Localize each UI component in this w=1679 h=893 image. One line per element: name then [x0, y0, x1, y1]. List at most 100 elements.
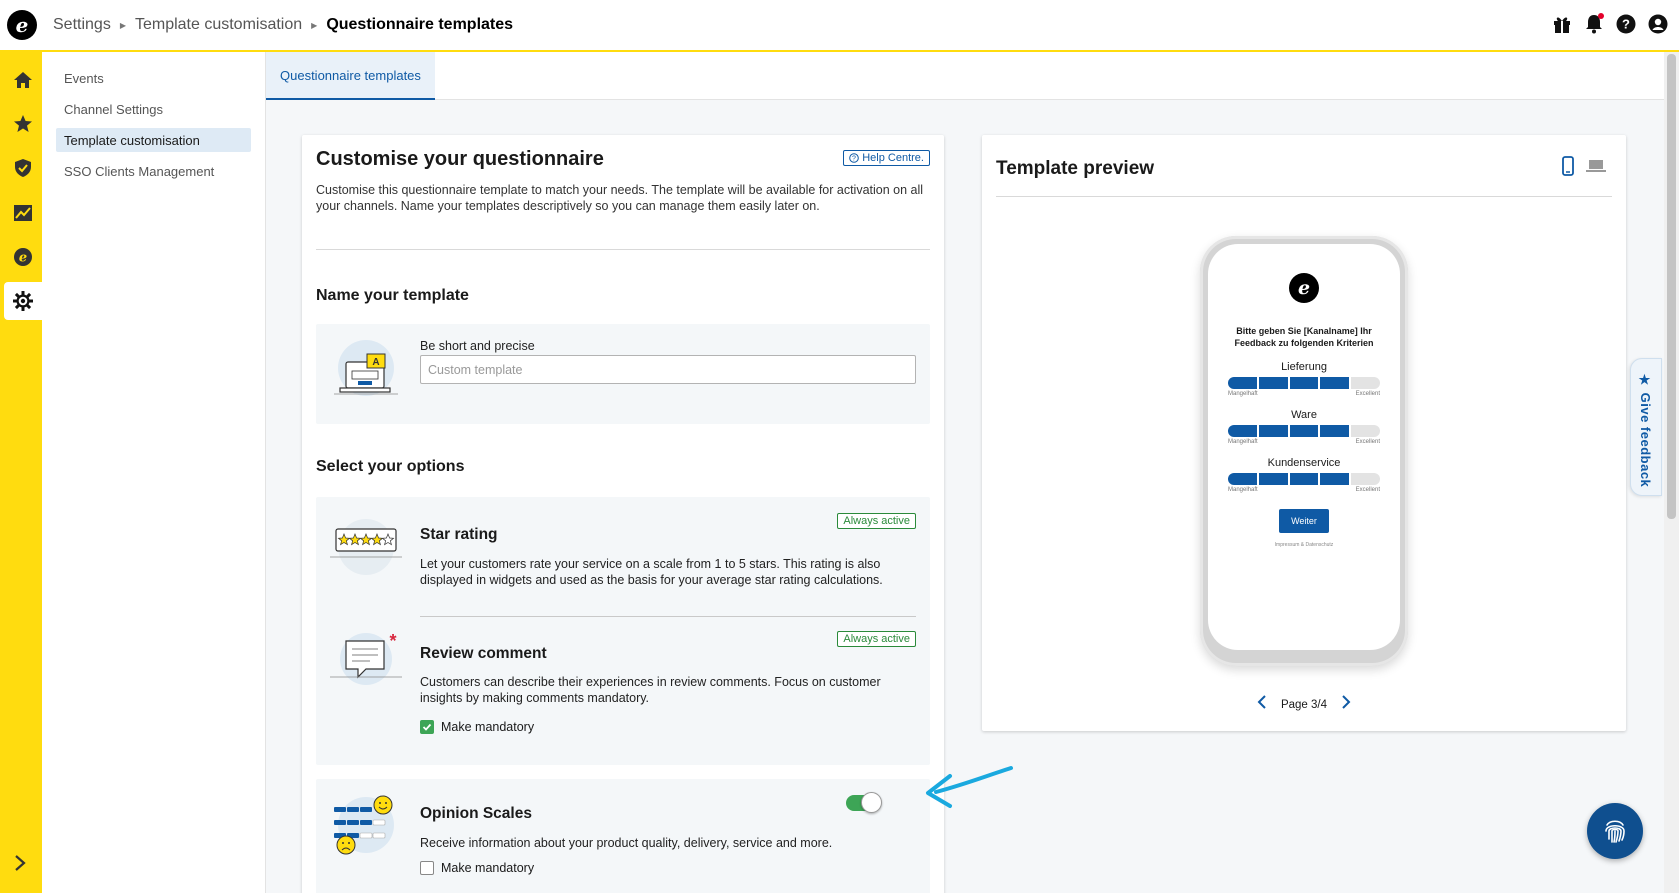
svg-text:A: A — [372, 357, 379, 368]
account-icon[interactable] — [1647, 13, 1669, 35]
criterion-scale[interactable] — [1228, 425, 1380, 437]
star-icon[interactable] — [4, 105, 42, 143]
customise-card: Customise your questionnaire ? Help Cent… — [302, 135, 944, 893]
template-name-label: Be short and precise — [420, 339, 535, 353]
mobile-device-icon[interactable] — [1562, 156, 1574, 181]
scale-ends: Mangelhaft Excellent — [1228, 391, 1380, 397]
phone-next-button[interactable]: Weiter — [1279, 509, 1329, 533]
scale-low-label: Mangelhaft — [1228, 391, 1258, 397]
scale-segment[interactable] — [1289, 473, 1319, 485]
breadcrumb-template-customisation[interactable]: Template customisation — [135, 16, 302, 34]
phone-heading: Bitte geben Sie [Kanalname] Ihr Feedback… — [1234, 326, 1374, 348]
template-name-input[interactable] — [420, 355, 916, 384]
breadcrumb-settings[interactable]: Settings — [53, 16, 111, 34]
make-mandatory-checkbox[interactable] — [420, 861, 434, 875]
give-feedback-tab[interactable]: ★ Give feedback — [1630, 358, 1662, 496]
name-panel: A Be short and precise — [316, 324, 930, 424]
next-page-chevron-icon[interactable] — [1341, 695, 1351, 714]
tab-questionnaire-templates[interactable]: Questionnaire templates — [266, 52, 435, 100]
star-rating-title: Star rating — [420, 526, 498, 543]
scale-segment[interactable] — [1320, 377, 1350, 389]
scale-segment[interactable] — [1228, 377, 1257, 389]
page-scrollbar[interactable] — [1664, 52, 1679, 893]
criterion-label: Kundenservice — [1267, 457, 1341, 469]
option-star-rating: Always active Star rating Let your custo… — [330, 497, 916, 617]
scale-low-label: Mangelhaft — [1228, 439, 1258, 445]
prev-page-chevron-icon[interactable] — [1257, 695, 1267, 714]
star-rating-description: Let your customers rate your service on … — [420, 557, 883, 587]
criterion-scale[interactable] — [1228, 377, 1380, 389]
top-bar: e Settings ▶ Template customisation ▶ Qu… — [0, 0, 1679, 52]
preview-pager: Page 3/4 — [982, 695, 1626, 714]
scale-segment[interactable] — [1228, 473, 1257, 485]
phone-logo: e — [1289, 273, 1319, 303]
fingerprint-chat-button[interactable] — [1587, 803, 1643, 859]
opinion-scales-mandatory-row[interactable]: Make mandatory — [420, 861, 534, 875]
make-mandatory-label: Make mandatory — [441, 861, 535, 875]
option-opinion-scales: Opinion Scales Receive information about… — [330, 779, 916, 893]
annotation-arrow-icon — [926, 766, 1013, 808]
breadcrumb: Settings ▶ Template customisation ▶ Ques… — [53, 16, 513, 34]
breadcrumb-separator-icon: ▶ — [119, 20, 126, 30]
review-comment-mandatory-row[interactable]: Make mandatory — [420, 720, 534, 734]
breadcrumb-separator-icon: ▶ — [311, 20, 318, 30]
opinion-scales-toggle[interactable] — [846, 792, 882, 813]
scale-segment[interactable] — [1351, 425, 1380, 437]
toggle-knob — [861, 792, 882, 813]
shield-icon[interactable] — [4, 149, 42, 187]
scale-segment[interactable] — [1320, 473, 1350, 485]
opinion-scales-title: Opinion Scales — [420, 805, 532, 822]
fingerprint-icon — [1605, 820, 1625, 843]
main-content: Questionnaire templates Customise your q… — [266, 52, 1664, 893]
criterion-label: Lieferung — [1281, 361, 1327, 373]
preview-header: Template preview — [996, 135, 1612, 197]
svg-text:?: ? — [1622, 17, 1630, 32]
main-nav-rail: e — [0, 52, 42, 893]
opinion-scales-panel: Opinion Scales Receive information about… — [316, 779, 930, 893]
customise-intro: Customise this questionnaire template to… — [316, 183, 924, 213]
help-icon[interactable]: ? — [1615, 13, 1637, 35]
scale-segment[interactable] — [1351, 377, 1380, 389]
scale-segment[interactable] — [1258, 425, 1288, 437]
notification-dot — [1598, 13, 1604, 19]
scale-ends: Mangelhaft Excellent — [1228, 487, 1380, 493]
gift-icon[interactable] — [1551, 13, 1573, 35]
scale-segment[interactable] — [1289, 425, 1319, 437]
settings-subnav: Events Channel Settings Template customi… — [42, 52, 266, 893]
scrollbar-thumb[interactable] — [1667, 54, 1676, 519]
scale-segment[interactable] — [1228, 425, 1257, 437]
criterion-scale[interactable] — [1228, 473, 1380, 485]
always-active-badge: Always active — [837, 631, 916, 647]
analytics-chart-icon[interactable] — [4, 194, 42, 232]
scale-segment[interactable] — [1320, 425, 1350, 437]
subnav-item-label: Template customisation — [64, 132, 200, 148]
subnav-item-sso-clients[interactable]: SSO Clients Management — [56, 159, 251, 183]
trusted-shops-e-icon[interactable]: e — [4, 238, 42, 276]
subnav-item-template-customisation[interactable]: Template customisation — [56, 128, 251, 152]
scale-high-label: Excellent — [1355, 487, 1380, 493]
help-centre-button[interactable]: ? Help Centre. — [843, 150, 930, 166]
laptop-illustration: A — [330, 338, 402, 410]
phone-footer-link[interactable]: Impressum & Datenschutz — [1208, 542, 1400, 548]
scale-segment[interactable] — [1258, 377, 1288, 389]
tab-bar: Questionnaire templates — [266, 52, 1664, 100]
make-mandatory-checkbox[interactable] — [420, 720, 434, 734]
subnav-item-label: Channel Settings — [64, 101, 164, 117]
svg-text:e: e — [19, 251, 27, 266]
laptop-device-icon[interactable] — [1586, 159, 1606, 178]
settings-gear-icon[interactable] — [4, 282, 42, 320]
checkmark-icon — [422, 723, 432, 731]
divider — [316, 249, 930, 250]
subnav-item-events[interactable]: Events — [56, 66, 251, 90]
scale-segment[interactable] — [1351, 473, 1380, 485]
notifications-bell-icon[interactable] — [1583, 13, 1605, 35]
home-icon[interactable] — [4, 61, 42, 99]
subnav-item-channel-settings[interactable]: Channel Settings — [56, 97, 251, 121]
trusted-shops-logo[interactable]: e — [7, 10, 37, 40]
review-comment-illustration: * — [330, 627, 402, 699]
scale-segment[interactable] — [1258, 473, 1288, 485]
options-section-title: Select your options — [316, 458, 465, 475]
opinion-scales-description: Receive information about your product q… — [420, 836, 833, 850]
scale-segment[interactable] — [1289, 377, 1319, 389]
expand-chevron-icon[interactable] — [8, 851, 32, 875]
